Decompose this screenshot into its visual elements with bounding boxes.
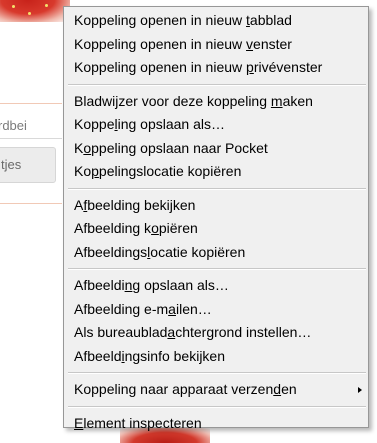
page-search-field-text: rdbei: [0, 118, 27, 133]
menu-item[interactable]: Koppelingslocatie kopiëren: [64, 160, 368, 184]
menu-item-label: pelingslocatie kopiëren: [98, 163, 242, 179]
chevron-right-icon: [358, 387, 362, 393]
page-divider: [0, 103, 62, 104]
menu-item-label: Afbeeldings: [74, 243, 148, 260]
menu-item-label: Afbeelding e-m: [74, 300, 169, 317]
menu-item[interactable]: Koppeling opslaan naar Pocket: [64, 137, 368, 161]
menu-item-label: Afbeeld: [74, 347, 122, 364]
menu-item-label: chtergrond instellen…: [175, 324, 312, 340]
menu-item-accesskey: p: [246, 59, 254, 75]
menu-item-label: ppeling opslaan naar Pocket: [91, 139, 268, 156]
menu-item-label: Als bureaublad: [74, 324, 168, 340]
menu-item-label: Ko: [74, 163, 92, 179]
menu-item-label: A: [74, 196, 84, 213]
menu-item[interactable]: Koppeling openen in nieuw tabblad: [64, 9, 368, 33]
menu-item-accesskey: m: [270, 92, 283, 109]
menu-item-label: abblad: [249, 12, 292, 28]
menu-item-label: rivévenster: [253, 59, 323, 75]
menu-item-label: Koppeling openen in nieuw: [74, 35, 247, 52]
menu-item-accesskey: E: [74, 414, 84, 431]
menu-item-accesskey: p: [91, 163, 99, 179]
menu-item[interactable]: Koppeling naar apparaat verzenden: [64, 378, 368, 402]
page-divider: [0, 203, 62, 204]
menu-item[interactable]: Als bureaubladachtergrond instellen…: [64, 321, 368, 345]
menu-item[interactable]: Bladwijzer voor deze koppeling maken: [64, 90, 368, 114]
menu-item-label: Koppeling openen in nieuw: [74, 59, 247, 75]
menu-item-label: aken: [282, 92, 313, 109]
menu-item-label: Bladwijzer voor deze koppeling: [74, 92, 271, 109]
menu-item-accesskey: o: [151, 220, 159, 236]
menu-item-label: Koppeling openen in nieuw: [74, 12, 247, 28]
menu-item[interactable]: Afbeelding opslaan als…: [64, 274, 368, 298]
menu-item-label: lement inspecteren: [83, 414, 202, 431]
menu-separator: [68, 372, 366, 374]
menu-item-accesskey: v: [246, 35, 254, 52]
menu-item[interactable]: Afbeeldingslocatie kopiëren: [64, 241, 368, 265]
menu-item[interactable]: Koppeling openen in nieuw venster: [64, 33, 368, 57]
menu-item[interactable]: Afbeelding bekijken: [64, 194, 368, 218]
menu-item-accesskey: a: [168, 300, 176, 317]
menu-item[interactable]: Koppeling opslaan als…: [64, 113, 368, 137]
menu-item[interactable]: Afbeeldingsinfo bekijken: [64, 345, 368, 369]
menu-item-label: Koppe: [74, 116, 115, 132]
menu-item[interactable]: Afbeelding kopiëren: [64, 217, 368, 241]
menu-item-label: beelding bekijken: [87, 196, 196, 213]
page-button[interactable]: tjes: [0, 147, 56, 183]
menu-item-label: Afbeelding k: [74, 220, 152, 236]
page-button-label: tjes: [1, 157, 22, 172]
menu-item-label: K: [74, 139, 84, 156]
context-menu: Koppeling openen in nieuw tabblad Koppeli…: [63, 6, 369, 431]
menu-item-accesskey: o: [83, 139, 92, 156]
menu-item[interactable]: Afbeelding e-mailen…: [64, 298, 368, 322]
menu-separator: [68, 83, 366, 86]
menu-item-label: Koppeling naar apparaat verzen: [74, 381, 274, 397]
menu-item-label: enster: [253, 35, 292, 52]
menu-item-label: ocatie kopiëren: [150, 243, 246, 260]
menu-separator: [68, 187, 366, 190]
menu-item[interactable]: Element inspecteren: [64, 412, 368, 436]
strawberry-image-fragment: [0, 0, 70, 22]
menu-item-label: Afbeeldi: [74, 277, 125, 293]
menu-item-label: ngsinfo bekijken: [124, 347, 226, 364]
menu-item[interactable]: Koppeling openen in nieuw privévenster: [64, 56, 368, 80]
page-search-field[interactable]: rdbei: [0, 112, 62, 139]
menu-item-label: ing opslaan als…: [117, 116, 226, 132]
menu-separator: [68, 268, 366, 270]
browser-page: rdbei tjes Koppeling openen in nieuw tab…: [0, 0, 377, 443]
menu-item-label: piëren: [158, 220, 198, 236]
menu-separator: [68, 405, 366, 408]
menu-item-accesskey: d: [273, 381, 282, 397]
menu-item-label: g opslaan als…: [132, 277, 229, 293]
menu-item-label: en: [281, 381, 297, 397]
menu-item-label: ilen…: [175, 300, 212, 317]
